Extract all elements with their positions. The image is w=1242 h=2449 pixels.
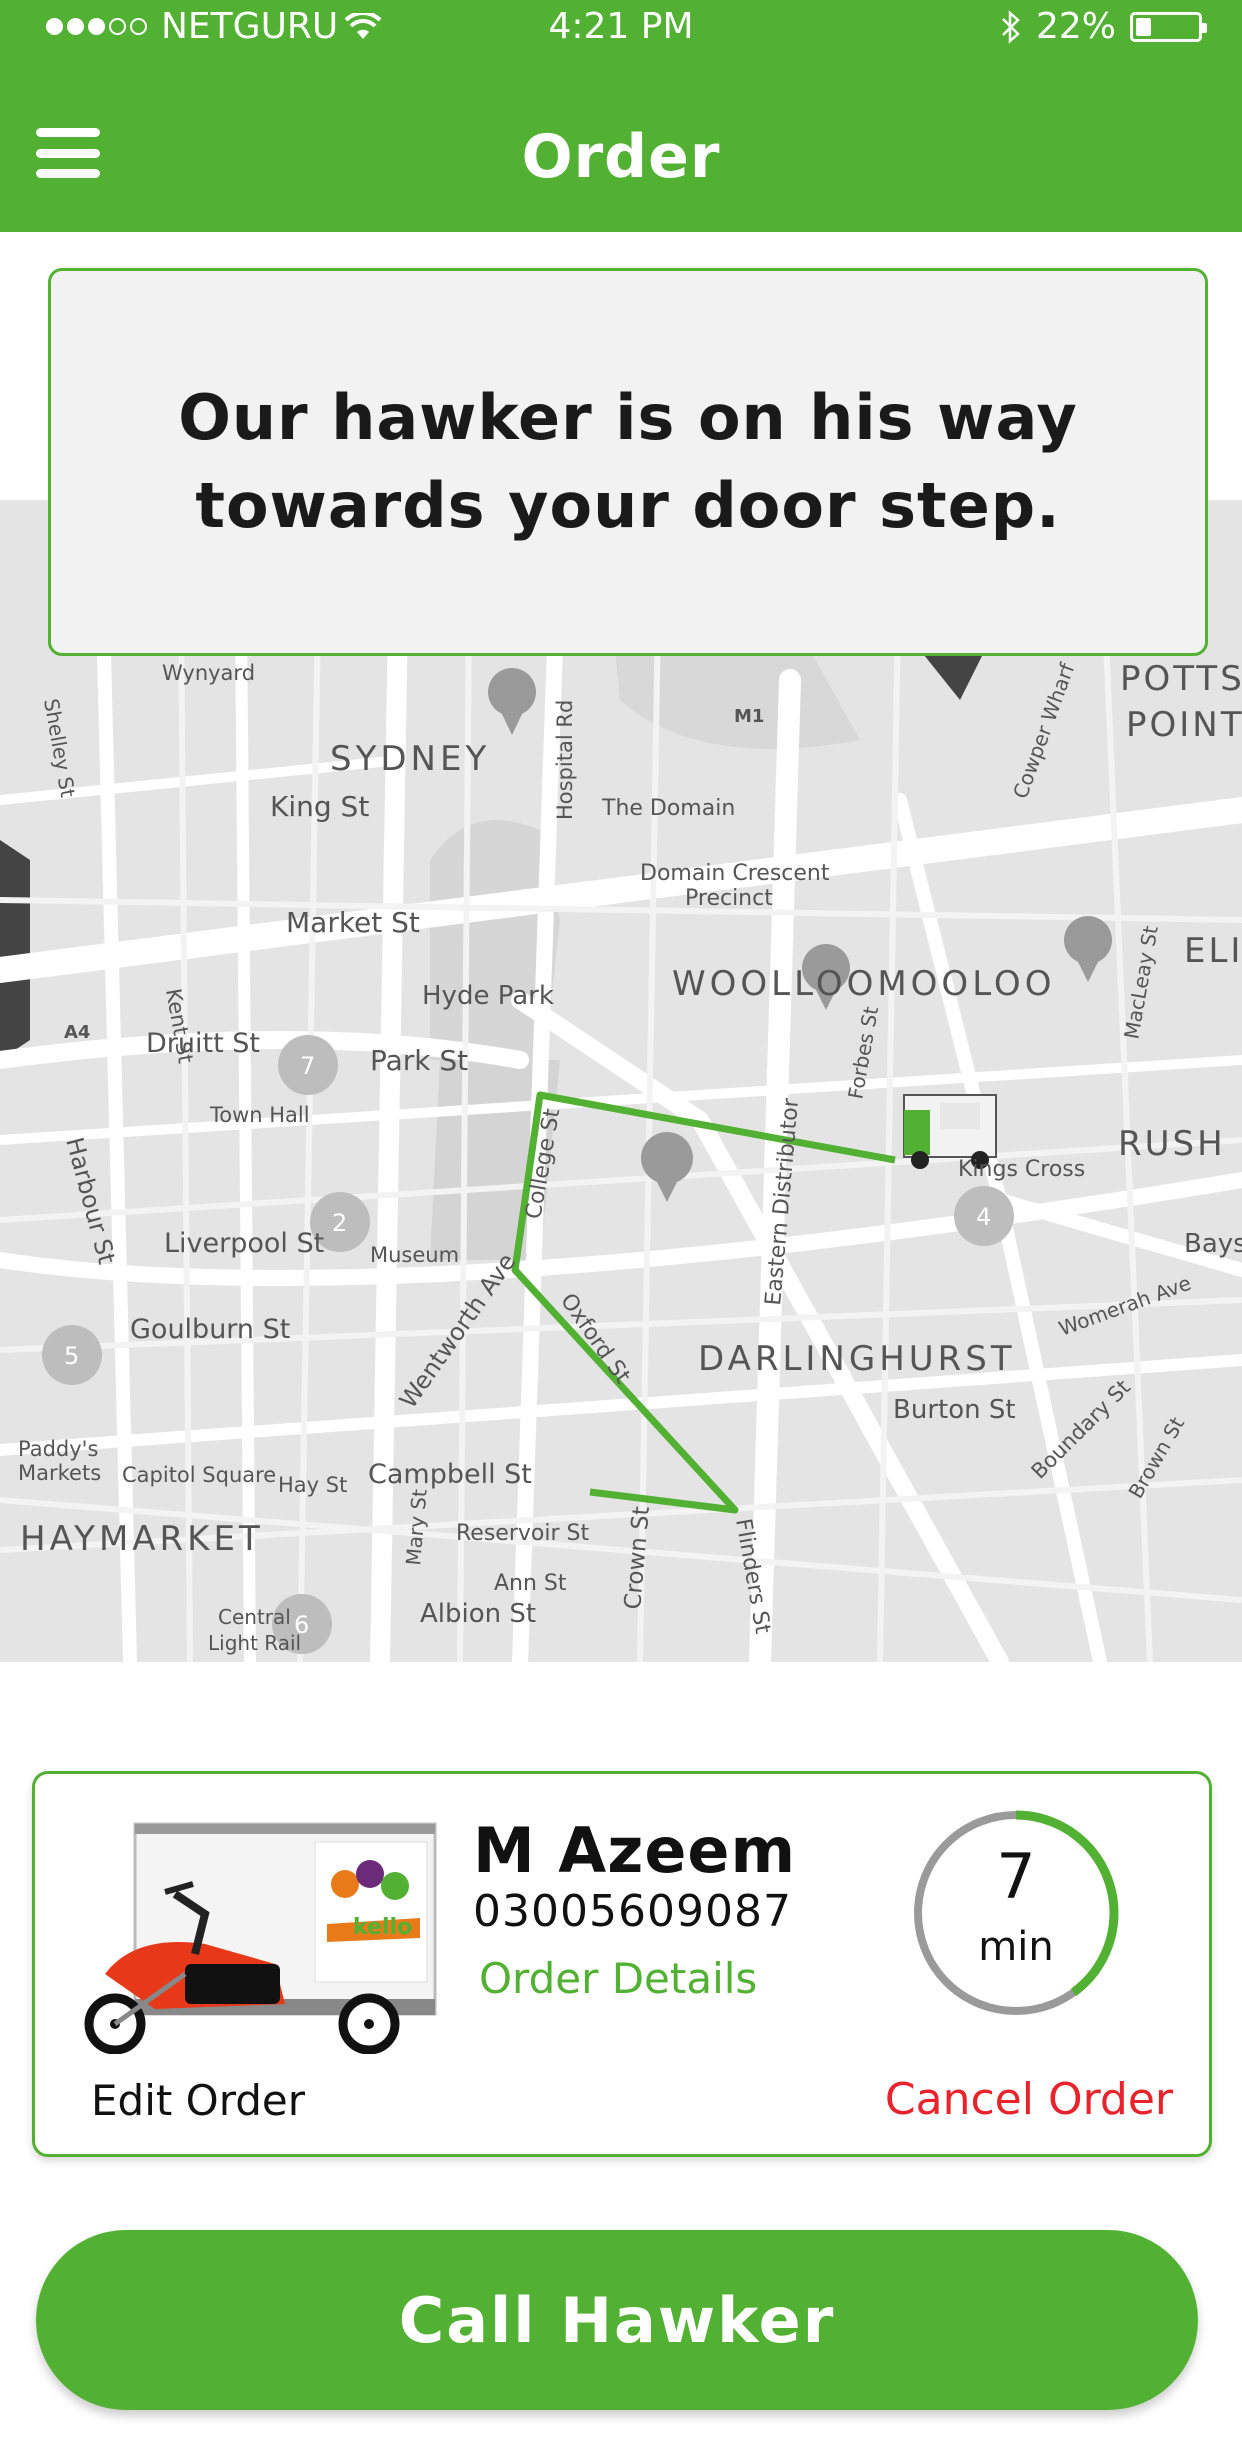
svg-text:Goulburn St: Goulburn St (130, 1314, 290, 1345)
svg-text:Reservoir St: Reservoir St (456, 1521, 589, 1546)
svg-text:Capitol Square: Capitol Square (122, 1463, 276, 1487)
hawker-name: M Azeem (473, 1814, 797, 1887)
svg-text:5: 5 (64, 1342, 79, 1370)
svg-text:kello: kello (353, 1915, 412, 1940)
svg-text:Kings Cross: Kings Cross (958, 1157, 1085, 1182)
svg-text:Markets: Markets (18, 1461, 101, 1485)
status-message: Our hawker is on his way towards your do… (178, 381, 1078, 542)
svg-text:Liverpool St: Liverpool St (164, 1228, 324, 1259)
eta-value: 7 (996, 1840, 1036, 1913)
bluetooth-icon (1002, 9, 1020, 44)
order-card: kello M Azeem 03005609087 Order Details … (32, 1771, 1212, 2157)
battery-percent: 22% (1035, 6, 1116, 47)
svg-text:Market St: Market St (286, 906, 420, 939)
edit-order-button[interactable]: Edit Order (91, 2076, 305, 2125)
svg-text:4: 4 (976, 1203, 991, 1231)
cancel-order-button[interactable]: Cancel Order (885, 2074, 1173, 2125)
page-title: Order (521, 122, 721, 192)
svg-text:Burton St: Burton St (893, 1395, 1016, 1425)
svg-text:Hyde Park: Hyde Park (422, 981, 554, 1011)
svg-text:Town Hall: Town Hall (209, 1103, 310, 1127)
svg-text:Park St: Park St (370, 1044, 468, 1077)
map-view[interactable]: SYDNEY POTTS POINT King St Market St Hyd… (0, 500, 1242, 1662)
svg-text:2: 2 (332, 1209, 347, 1237)
svg-text:Wynyard: Wynyard (162, 661, 255, 685)
app-header: NETGURU 4:21 PM 22% Order (0, 0, 1242, 232)
svg-text:ELI: ELI (1184, 931, 1242, 971)
svg-text:7: 7 (300, 1052, 315, 1080)
svg-text:The Domain: The Domain (601, 796, 735, 821)
svg-text:Light Rail: Light Rail (208, 1631, 301, 1655)
call-hawker-button[interactable]: Call Hawker (36, 2230, 1198, 2410)
battery-icon (1130, 11, 1207, 42)
svg-text:Central: Central (218, 1605, 291, 1629)
svg-text:SYDNEY: SYDNEY (330, 739, 490, 779)
map-canvas: SYDNEY POTTS POINT King St Market St Hyd… (0, 500, 1242, 1662)
status-right: 22% (1000, 6, 1207, 47)
svg-text:HAYMARKET: HAYMARKET (20, 1519, 264, 1559)
svg-text:WOOLLOOMOOLOO: WOOLLOOMOOLOO (672, 964, 1055, 1004)
svg-text:Campbell St: Campbell St (368, 1459, 532, 1490)
eta-unit: min (978, 1924, 1054, 1970)
status-bar: NETGURU 4:21 PM 22% (0, 0, 1242, 56)
svg-text:Paddy's: Paddy's (18, 1437, 98, 1461)
svg-text:Domain Crescent: Domain Crescent (640, 861, 830, 886)
svg-text:POTTS: POTTS (1120, 659, 1242, 699)
svg-text:Hospital Rd: Hospital Rd (553, 700, 577, 820)
svg-text:RUSH: RUSH (1118, 1124, 1226, 1164)
svg-text:POINT: POINT (1126, 705, 1242, 745)
svg-text:Bays: Bays (1184, 1229, 1242, 1259)
svg-text:DARLINGHURST: DARLINGHURST (698, 1339, 1016, 1379)
hawker-truck-image: kello (84, 1822, 437, 2054)
svg-text:A4: A4 (64, 1022, 90, 1043)
svg-text:M1: M1 (734, 706, 764, 727)
order-details-link[interactable]: Order Details (479, 1954, 757, 2003)
hawker-phone: 03005609087 (473, 1886, 792, 1937)
order-tracking-screen: NETGURU 4:21 PM 22% Order SYDNEY POTTS P… (0, 0, 1242, 2449)
svg-text:Precinct: Precinct (685, 886, 773, 911)
svg-text:Museum: Museum (370, 1243, 459, 1267)
svg-text:King St: King St (270, 790, 369, 823)
svg-text:6: 6 (294, 1611, 309, 1639)
svg-text:Hay St: Hay St (278, 1473, 347, 1497)
svg-text:Ann St: Ann St (494, 1571, 567, 1596)
svg-text:Albion St: Albion St (420, 1599, 536, 1629)
eta-timer: 7 min (911, 1808, 1121, 2018)
status-message-card: Our hawker is on his way towards your do… (48, 268, 1208, 656)
svg-text:Druitt St: Druitt St (146, 1028, 260, 1059)
